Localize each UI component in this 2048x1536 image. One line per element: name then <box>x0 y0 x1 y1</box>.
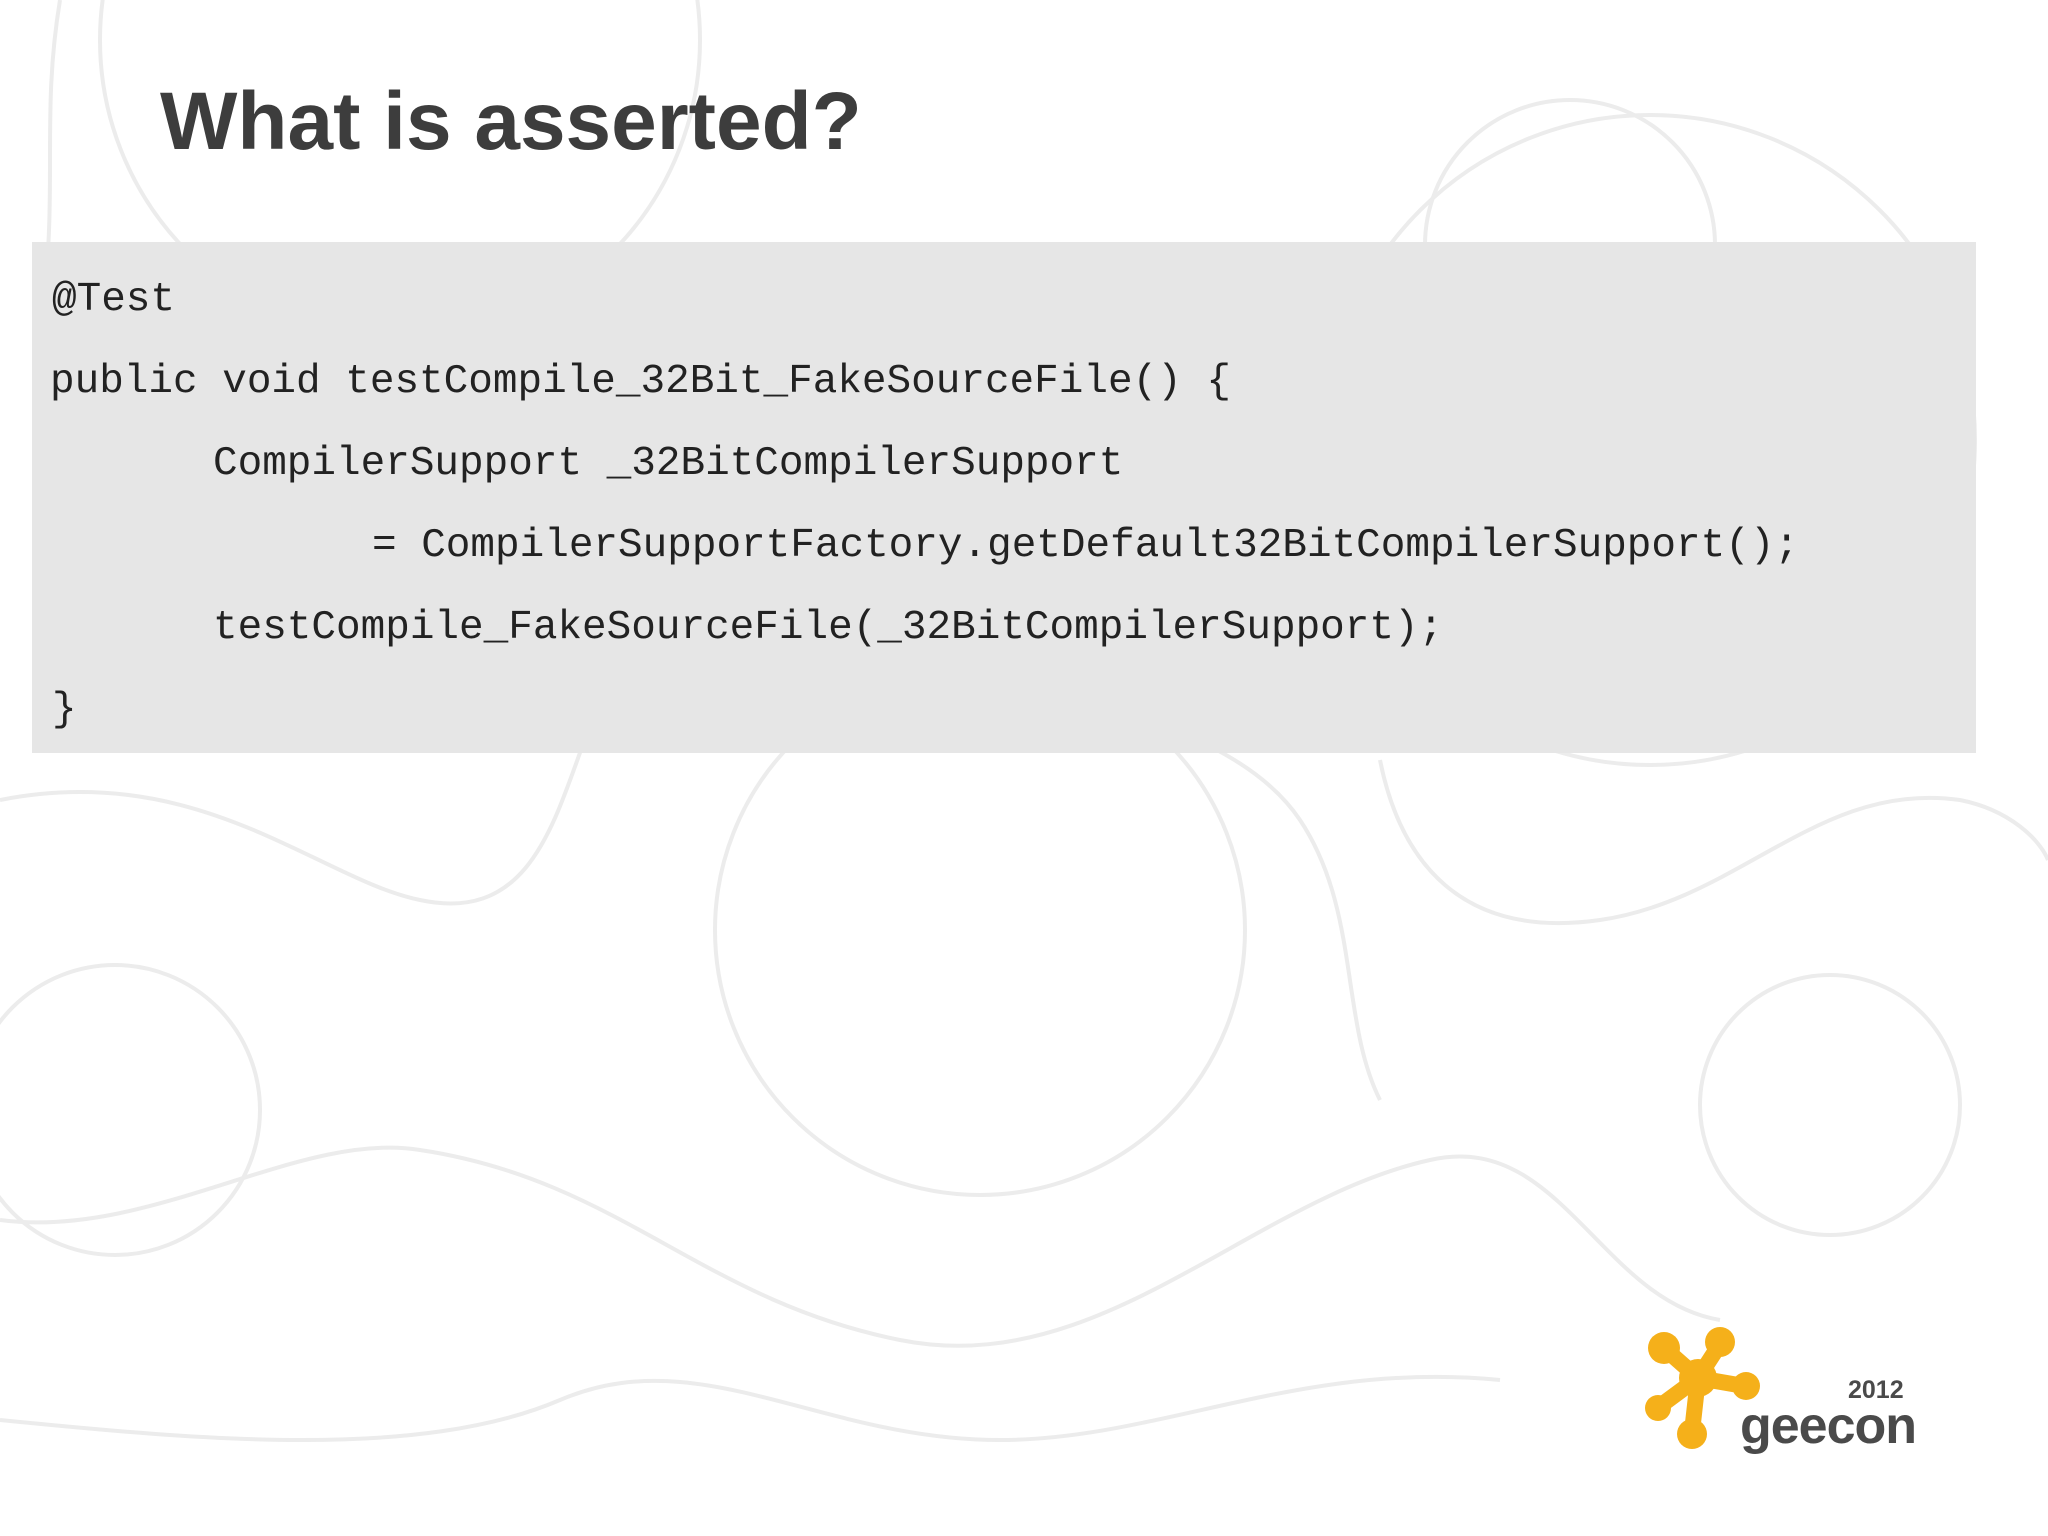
geecon-logo: 2012 geecon <box>1640 1320 1920 1460</box>
background-pattern <box>0 0 2048 1443</box>
code-line: CompilerSupport _32BitCompilerSupport <box>213 441 1124 487</box>
code-line: @Test <box>52 277 176 323</box>
code-line: public void testCompile_32Bit_FakeSource… <box>50 359 1231 405</box>
slide-title: What is asserted? <box>160 76 862 167</box>
logo-wordmark: geecon <box>1740 1397 1917 1455</box>
code-line: = CompilerSupportFactory.getDefault32Bit… <box>372 523 1800 569</box>
code-line: testCompile_FakeSourceFile(_32BitCompile… <box>213 605 1444 651</box>
code-block: @Test public void testCompile_32Bit_Fake… <box>32 242 1976 753</box>
code-line: } <box>52 687 77 733</box>
